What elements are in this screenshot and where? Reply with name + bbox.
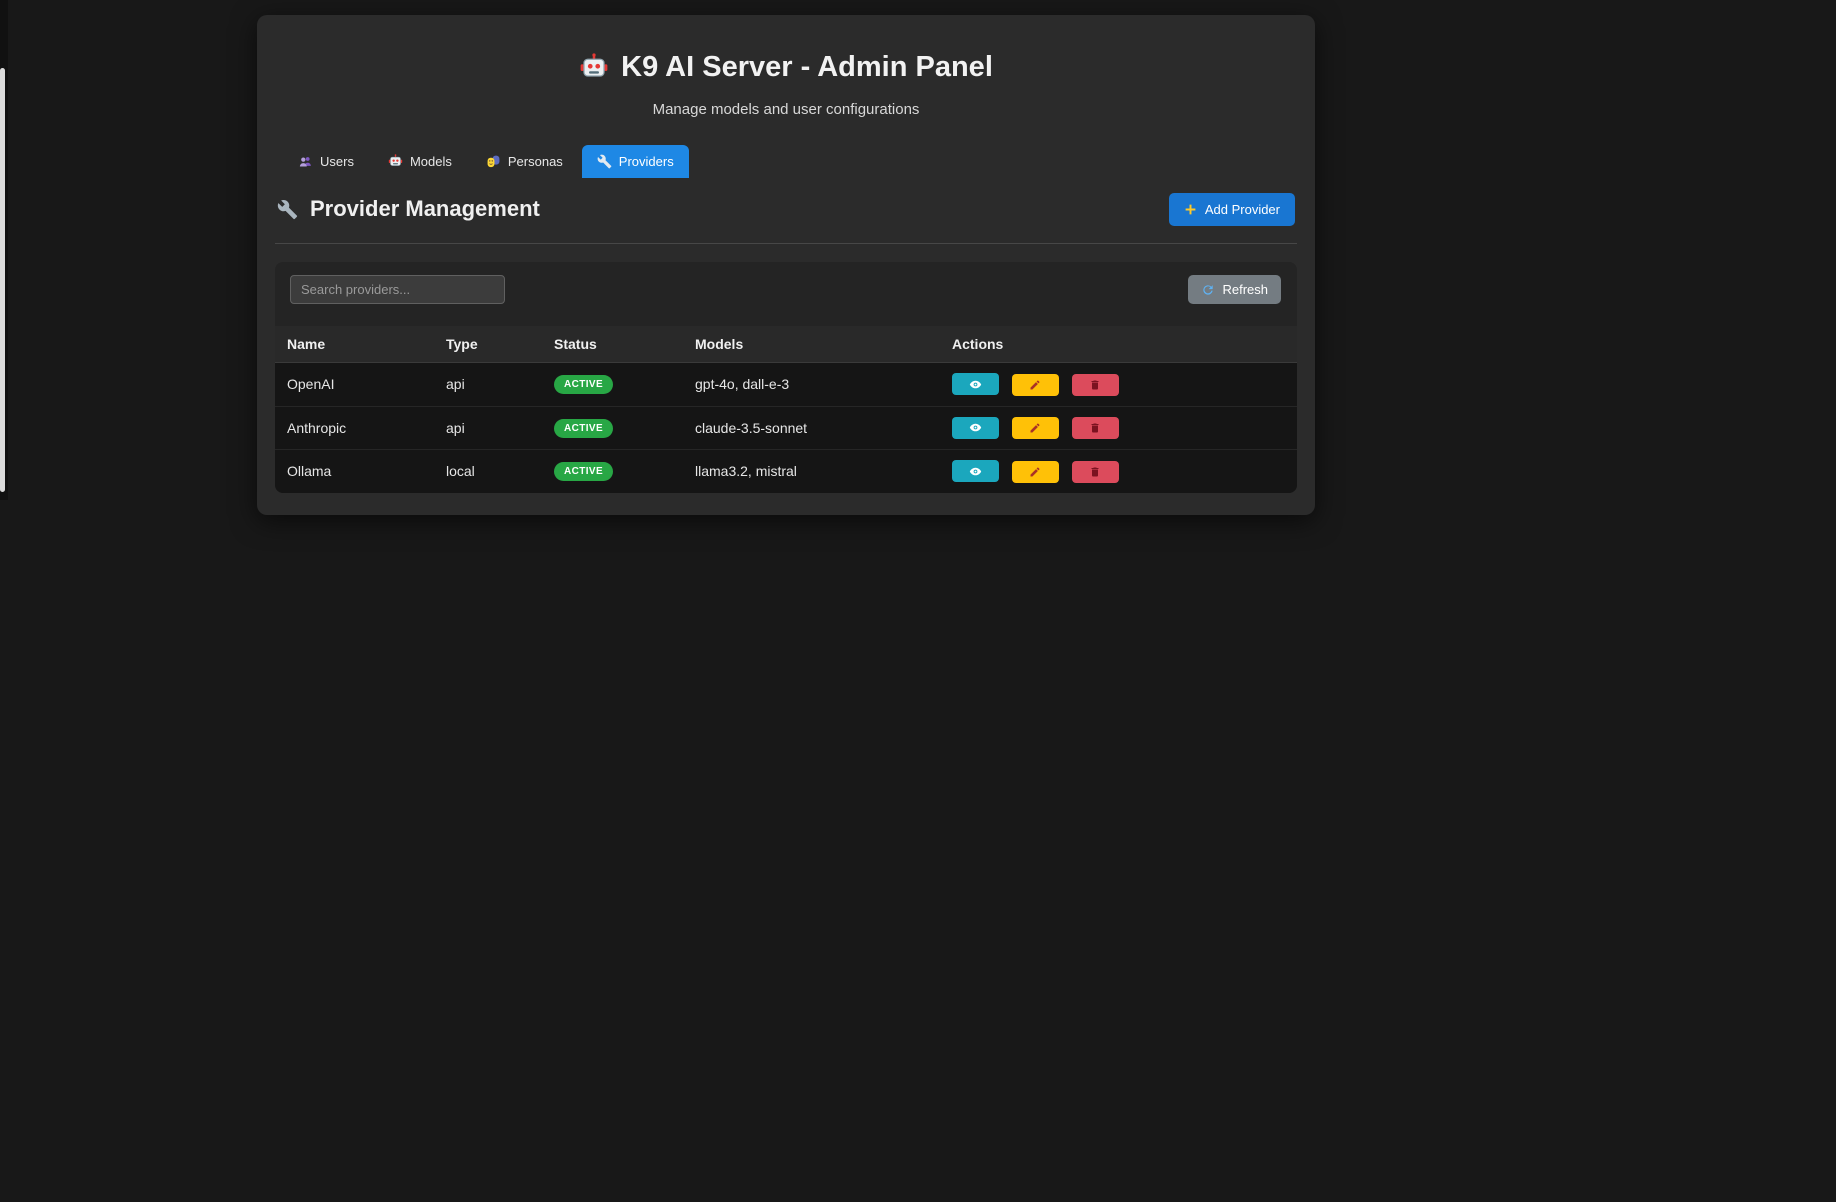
tab-personas[interactable]: Personas (471, 145, 578, 178)
eye-icon (969, 421, 982, 434)
table-row: Ollama local ACTIVE llama3.2, mistral (275, 449, 1297, 493)
tab-bar: Users Models Personas Providers (275, 145, 1297, 178)
providers-table: Name Type Status Models Actions OpenAI a… (275, 326, 1297, 493)
cell-provider-type: api (434, 362, 542, 407)
cell-actions (940, 449, 1297, 493)
add-provider-button[interactable]: Add Provider (1168, 192, 1295, 226)
plus-icon (1184, 203, 1197, 216)
robot-icon (388, 154, 403, 169)
pencil-icon (1029, 466, 1041, 478)
eye-icon (969, 465, 982, 478)
delete-button[interactable] (1071, 373, 1119, 396)
cell-provider-models: gpt-4o, dall-e-3 (683, 362, 940, 407)
left-scrollbar-rail (0, 0, 8, 500)
column-header-name: Name (275, 326, 434, 363)
edit-button[interactable] (1011, 417, 1059, 439)
section-title: Provider Management (277, 196, 540, 222)
table-header-row: Name Type Status Models Actions (275, 326, 1297, 363)
column-header-actions: Actions (940, 326, 1297, 363)
search-input[interactable] (290, 275, 505, 304)
section-header: Provider Management Add Provider (275, 192, 1297, 226)
trash-icon (1089, 379, 1101, 391)
pencil-icon (1029, 422, 1041, 434)
page-title: K9 AI Server - Admin Panel (275, 51, 1297, 84)
pencil-icon (1029, 379, 1041, 391)
status-badge: ACTIVE (554, 462, 614, 482)
providers-toolbar: Refresh (290, 275, 1281, 304)
view-button[interactable] (952, 416, 999, 439)
tab-label: Personas (507, 154, 563, 169)
cell-provider-models: llama3.2, mistral (683, 449, 940, 493)
wrench-icon (277, 199, 298, 220)
cell-provider-name: OpenAI (275, 362, 434, 407)
delete-button[interactable] (1071, 417, 1119, 439)
add-provider-label: Add Provider (1204, 201, 1280, 217)
column-header-type: Type (434, 326, 542, 363)
scrollbar-thumb[interactable] (0, 68, 5, 492)
tab-label: Users (320, 154, 354, 169)
edit-button[interactable] (1011, 460, 1059, 483)
admin-panel-card: K9 AI Server - Admin Panel Manage models… (257, 15, 1315, 515)
view-button[interactable] (952, 373, 999, 395)
tab-label: Models (409, 154, 452, 169)
view-button[interactable] (952, 460, 999, 482)
users-icon (298, 154, 313, 169)
tab-models[interactable]: Models (373, 145, 467, 178)
table-row: Anthropic api ACTIVE claude-3.5-sonnet (275, 406, 1297, 450)
status-badge: ACTIVE (554, 418, 614, 438)
column-header-models: Models (683, 326, 940, 363)
refresh-label: Refresh (1222, 282, 1268, 297)
cell-provider-name: Ollama (275, 449, 434, 493)
cell-provider-type: api (434, 406, 542, 450)
table-row: OpenAI api ACTIVE gpt-4o, dall-e-3 (275, 362, 1297, 407)
trash-icon (1089, 466, 1101, 478)
column-header-status: Status (542, 326, 683, 363)
tab-providers[interactable]: Providers (581, 145, 689, 178)
page-title-text: K9 AI Server - Admin Panel (621, 51, 993, 83)
tab-users[interactable]: Users (283, 145, 369, 178)
wrench-icon (597, 154, 612, 169)
cell-actions (940, 362, 1297, 407)
masks-icon (486, 154, 501, 169)
refresh-icon (1201, 283, 1215, 297)
refresh-button[interactable]: Refresh (1188, 275, 1281, 304)
page-subtitle: Manage models and user configurations (652, 101, 920, 118)
cell-provider-status: ACTIVE (542, 362, 683, 407)
section-divider (275, 243, 1297, 244)
trash-icon (1089, 422, 1101, 434)
cell-provider-status: ACTIVE (542, 449, 683, 493)
edit-button[interactable] (1011, 373, 1059, 396)
cell-provider-status: ACTIVE (542, 406, 683, 450)
status-badge: ACTIVE (554, 375, 614, 395)
cell-actions (940, 406, 1297, 450)
delete-button[interactable] (1071, 460, 1119, 483)
providers-panel: Refresh Name Type Status Models Actions … (275, 262, 1297, 493)
cell-provider-name: Anthropic (275, 406, 434, 450)
section-title-text: Provider Management (310, 196, 540, 221)
tab-label: Providers (618, 154, 674, 169)
robot-icon (579, 52, 609, 83)
eye-icon (969, 378, 982, 391)
cell-provider-models: claude-3.5-sonnet (683, 406, 940, 450)
cell-provider-type: local (434, 449, 542, 493)
